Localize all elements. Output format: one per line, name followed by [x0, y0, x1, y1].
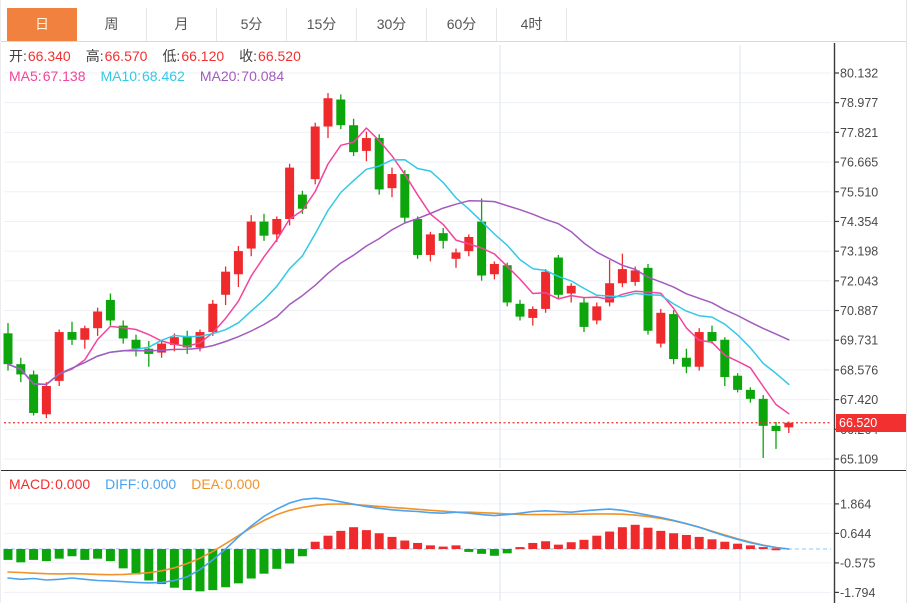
close-label: 收:	[239, 48, 257, 64]
macd-value: 0.000	[55, 476, 90, 492]
ma-readout: MA5:67.138 MA10:68.462 MA20:70.084	[9, 67, 299, 85]
ma10-value: 68.462	[142, 68, 185, 84]
svg-text:75.510: 75.510	[840, 185, 878, 199]
svg-text:80.132: 80.132	[840, 66, 878, 80]
tab-30min[interactable]: 30分	[357, 8, 427, 41]
ma20-label: MA20:	[200, 68, 240, 84]
svg-text:73.198: 73.198	[840, 245, 878, 259]
macd-readout: MACD:0.000DIFF:0.000DEA:0.000	[9, 475, 275, 493]
kline-trading-panel: 日 周 月 5分 15分 30分 60分 4时 开:66.340 高:66.570…	[0, 0, 907, 603]
panel-divider	[1, 470, 907, 471]
low-label: 低:	[162, 48, 180, 64]
svg-text:70.887: 70.887	[840, 304, 878, 318]
svg-text:67.420: 67.420	[840, 393, 878, 407]
svg-text:-0.575: -0.575	[840, 556, 875, 570]
diff-label: DIFF:	[105, 476, 140, 492]
timeframe-tabs: 日 周 月 5分 15分 30分 60分 4时	[1, 0, 906, 42]
macd-label: MACD:	[9, 476, 54, 492]
tab-15min[interactable]: 15分	[287, 8, 357, 41]
high-value: 66.570	[105, 48, 148, 64]
svg-text:72.043: 72.043	[840, 274, 878, 288]
ohlc-readout: 开:66.340 高:66.570 低:66.120 收:66.520	[9, 47, 316, 65]
candlestick-chart[interactable]: 80.132 78.977 77.821 76.665 75.510 74.354 73.1…	[1, 42, 907, 470]
low-value: 66.120	[181, 48, 224, 64]
tab-60min[interactable]: 60分	[427, 8, 497, 41]
dea-label: DEA:	[191, 476, 224, 492]
open-value: 66.340	[28, 48, 71, 64]
svg-text:77.821: 77.821	[840, 126, 878, 140]
svg-text:68.576: 68.576	[840, 363, 878, 377]
svg-text:69.731: 69.731	[840, 334, 878, 348]
tab-5min[interactable]: 5分	[217, 8, 287, 41]
last-price-tag: 66.520	[836, 414, 907, 432]
close-value: 66.520	[258, 48, 301, 64]
svg-text:1.864: 1.864	[840, 497, 871, 511]
ma20-value: 70.084	[241, 68, 284, 84]
svg-text:78.977: 78.977	[840, 96, 878, 110]
ma5-label: MA5:	[9, 68, 42, 84]
svg-text:-1.794: -1.794	[840, 586, 875, 600]
ma5-value: 67.138	[43, 68, 86, 84]
svg-text:0.644: 0.644	[840, 527, 871, 541]
tab-4hour[interactable]: 4时	[497, 8, 567, 41]
svg-text:76.665: 76.665	[840, 156, 878, 170]
tab-weekly[interactable]: 周	[77, 8, 147, 41]
dea-value: 0.000	[225, 476, 260, 492]
tab-monthly[interactable]: 月	[147, 8, 217, 41]
svg-text:65.109: 65.109	[840, 453, 878, 467]
diff-value: 0.000	[141, 476, 176, 492]
high-label: 高:	[86, 48, 104, 64]
tab-daily[interactable]: 日	[7, 8, 77, 41]
svg-text:74.354: 74.354	[840, 215, 878, 229]
open-label: 开:	[9, 48, 27, 64]
ma10-label: MA10:	[101, 68, 141, 84]
